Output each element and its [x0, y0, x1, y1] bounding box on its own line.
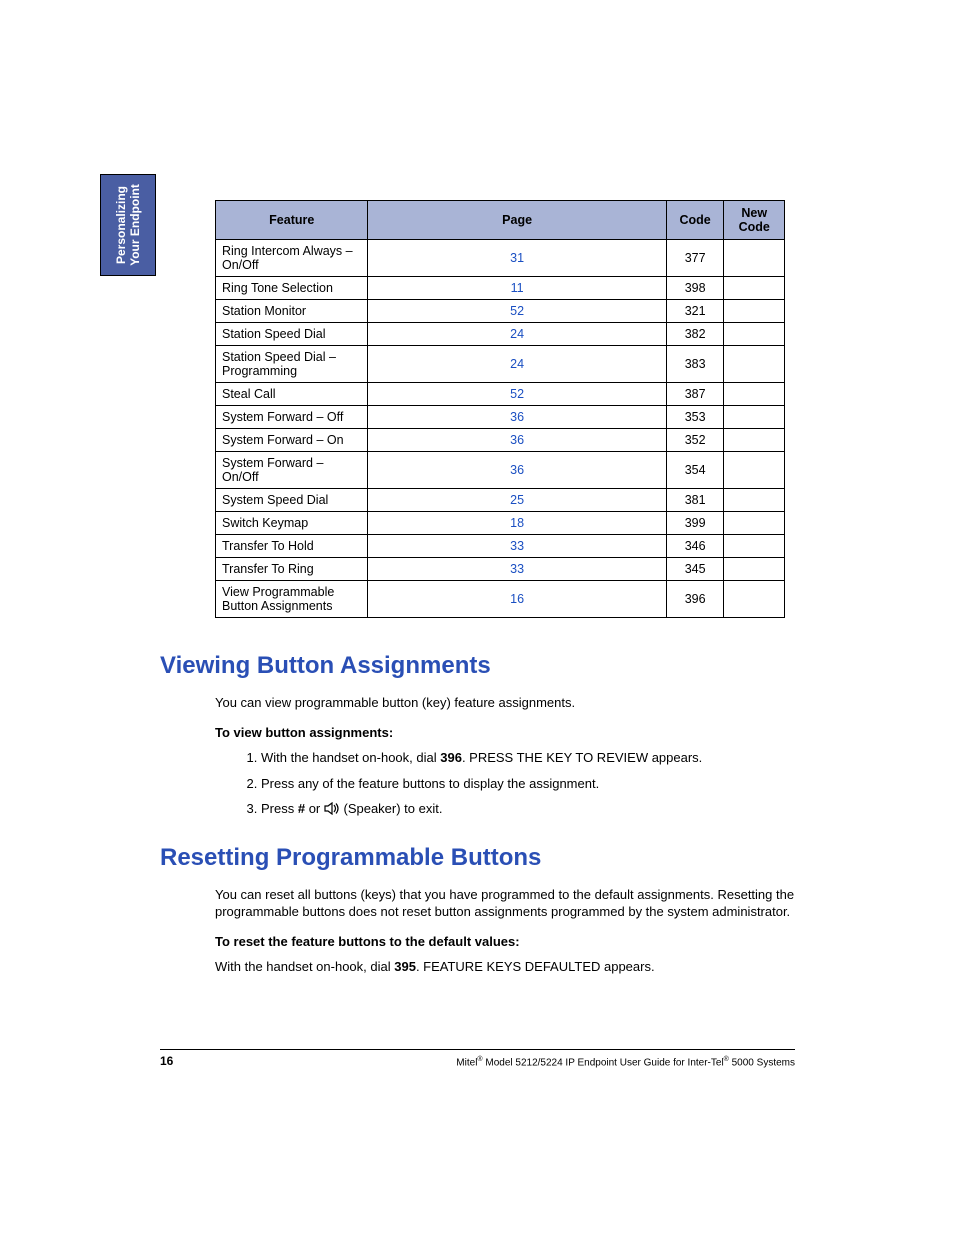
cell-page-link[interactable]: 24: [368, 346, 666, 383]
cell-newcode: [724, 383, 785, 406]
cell-page-link[interactable]: 36: [368, 406, 666, 429]
cell-newcode: [724, 323, 785, 346]
feature-code-table: Feature Page Code New Code Ring Intercom…: [215, 200, 785, 618]
cell-feature: View Programmable Button Assignments: [216, 581, 368, 618]
speaker-icon: [324, 802, 340, 815]
cell-page-link[interactable]: 24: [368, 323, 666, 346]
cell-code: 387: [666, 383, 724, 406]
cell-newcode: [724, 512, 785, 535]
cell-code: 354: [666, 452, 724, 489]
page-footer: 16 Mitel® Model 5212/5224 IP Endpoint Us…: [160, 1049, 795, 1068]
section2-intro: You can reset all buttons (keys) that yo…: [215, 886, 795, 921]
cell-page-link[interactable]: 25: [368, 489, 666, 512]
section-tab: Personalizing Your Endpoint: [100, 174, 156, 276]
cell-page-link[interactable]: 52: [368, 300, 666, 323]
cell-code: 353: [666, 406, 724, 429]
cell-code: 383: [666, 346, 724, 383]
heading-viewing-button-assignments: Viewing Button Assignments: [160, 652, 795, 680]
cell-code: 346: [666, 535, 724, 558]
cell-newcode: [724, 240, 785, 277]
cell-code: 399: [666, 512, 724, 535]
section1-intro: You can view programmable button (key) f…: [215, 694, 795, 712]
section1-body: You can view programmable button (key) f…: [215, 694, 795, 818]
cell-page-link[interactable]: 16: [368, 581, 666, 618]
step-1: With the handset on-hook, dial 396. PRES…: [261, 749, 795, 767]
cell-newcode: [724, 489, 785, 512]
cell-page-link[interactable]: 36: [368, 429, 666, 452]
cell-feature: Station Speed Dial: [216, 323, 368, 346]
cell-page-link[interactable]: 33: [368, 535, 666, 558]
table-row: System Forward – On36352: [216, 429, 785, 452]
cell-newcode: [724, 346, 785, 383]
step-2: Press any of the feature buttons to disp…: [261, 775, 795, 793]
th-newcode: New Code: [724, 201, 785, 240]
cell-code: 398: [666, 277, 724, 300]
cell-page-link[interactable]: 11: [368, 277, 666, 300]
cell-feature: Transfer To Hold: [216, 535, 368, 558]
th-code: Code: [666, 201, 724, 240]
cell-newcode: [724, 452, 785, 489]
table-row: Ring Tone Selection11398: [216, 277, 785, 300]
heading-resetting-programmable-buttons: Resetting Programmable Buttons: [160, 844, 795, 872]
cell-feature: Steal Call: [216, 383, 368, 406]
section2-instruction: With the handset on-hook, dial 395. FEAT…: [215, 958, 795, 976]
cell-code: 396: [666, 581, 724, 618]
table-row: Station Monitor52321: [216, 300, 785, 323]
cell-newcode: [724, 581, 785, 618]
cell-feature: System Speed Dial: [216, 489, 368, 512]
th-feature: Feature: [216, 201, 368, 240]
cell-code: 321: [666, 300, 724, 323]
cell-feature: System Forward – On: [216, 429, 368, 452]
page-content: Feature Page Code New Code Ring Intercom…: [160, 200, 795, 1002]
step-3: Press # or (Speaker) to exit.: [261, 800, 795, 818]
cell-code: 345: [666, 558, 724, 581]
cell-feature: Ring Intercom Always – On/Off: [216, 240, 368, 277]
cell-newcode: [724, 300, 785, 323]
cell-feature: Station Speed Dial – Programming: [216, 346, 368, 383]
cell-feature: Transfer To Ring: [216, 558, 368, 581]
cell-newcode: [724, 558, 785, 581]
th-page: Page: [368, 201, 666, 240]
table-row: System Forward – On/Off36354: [216, 452, 785, 489]
section2-body: You can reset all buttons (keys) that yo…: [215, 886, 795, 976]
cell-feature: Ring Tone Selection: [216, 277, 368, 300]
cell-page-link[interactable]: 52: [368, 383, 666, 406]
cell-feature: Station Monitor: [216, 300, 368, 323]
table-row: Ring Intercom Always – On/Off31377: [216, 240, 785, 277]
cell-feature: System Forward – On/Off: [216, 452, 368, 489]
table-row: Station Speed Dial24382: [216, 323, 785, 346]
section-tab-line1: Personalizing: [114, 186, 128, 264]
section1-steps: With the handset on-hook, dial 396. PRES…: [241, 749, 795, 818]
table-row: Station Speed Dial – Programming24383: [216, 346, 785, 383]
section1-subhead: To view button assignments:: [215, 724, 795, 742]
cell-page-link[interactable]: 31: [368, 240, 666, 277]
footer-doc-title: Mitel® Model 5212/5224 IP Endpoint User …: [456, 1056, 795, 1068]
section-tab-line2: Your Endpoint: [128, 184, 142, 266]
table-row: System Forward – Off36353: [216, 406, 785, 429]
cell-code: 352: [666, 429, 724, 452]
cell-feature: System Forward – Off: [216, 406, 368, 429]
cell-code: 381: [666, 489, 724, 512]
table-row: Transfer To Ring33345: [216, 558, 785, 581]
cell-code: 377: [666, 240, 724, 277]
cell-page-link[interactable]: 36: [368, 452, 666, 489]
table-row: Switch Keymap18399: [216, 512, 785, 535]
cell-newcode: [724, 429, 785, 452]
cell-newcode: [724, 535, 785, 558]
cell-newcode: [724, 406, 785, 429]
table-row: View Programmable Button Assignments1639…: [216, 581, 785, 618]
cell-code: 382: [666, 323, 724, 346]
cell-page-link[interactable]: 18: [368, 512, 666, 535]
cell-page-link[interactable]: 33: [368, 558, 666, 581]
table-row: Steal Call52387: [216, 383, 785, 406]
section2-subhead: To reset the feature buttons to the defa…: [215, 933, 795, 951]
table-row: System Speed Dial25381: [216, 489, 785, 512]
cell-newcode: [724, 277, 785, 300]
page-number: 16: [160, 1054, 173, 1068]
cell-feature: Switch Keymap: [216, 512, 368, 535]
table-row: Transfer To Hold33346: [216, 535, 785, 558]
